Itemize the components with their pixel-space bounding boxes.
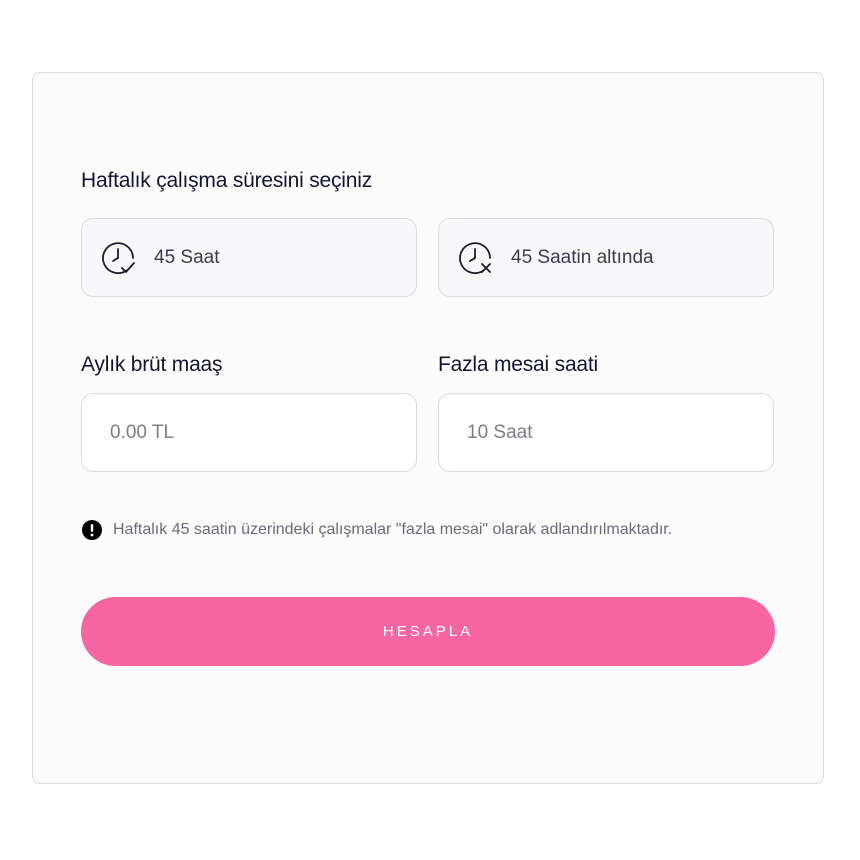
option-label: 45 Saat (154, 246, 220, 268)
clock-x-icon (455, 238, 495, 278)
calculator-card: Haftalık çalışma süresini seçiniz 45 Saa… (32, 72, 824, 784)
clock-check-icon (98, 238, 138, 278)
calculate-button[interactable]: HESAPLA (81, 597, 775, 666)
info-text: Haftalık 45 saatin üzerindeki çalışmalar… (113, 521, 673, 538)
overtime-input[interactable] (438, 393, 774, 472)
weekly-hours-title: Haftalık çalışma süresini seçiniz (81, 169, 372, 192)
salary-input[interactable] (81, 393, 417, 472)
option-45-hours[interactable]: 45 Saat (81, 218, 417, 297)
option-under-45-hours[interactable]: 45 Saatin altında (438, 218, 774, 297)
exclamation-circle-icon (81, 519, 103, 541)
info-note: Haftalık 45 saatin üzerindeki çalışmalar… (81, 519, 672, 541)
option-label: 45 Saatin altında (511, 246, 654, 268)
salary-label: Aylık brüt maaş (81, 353, 223, 376)
overtime-label: Fazla mesai saati (438, 353, 598, 376)
